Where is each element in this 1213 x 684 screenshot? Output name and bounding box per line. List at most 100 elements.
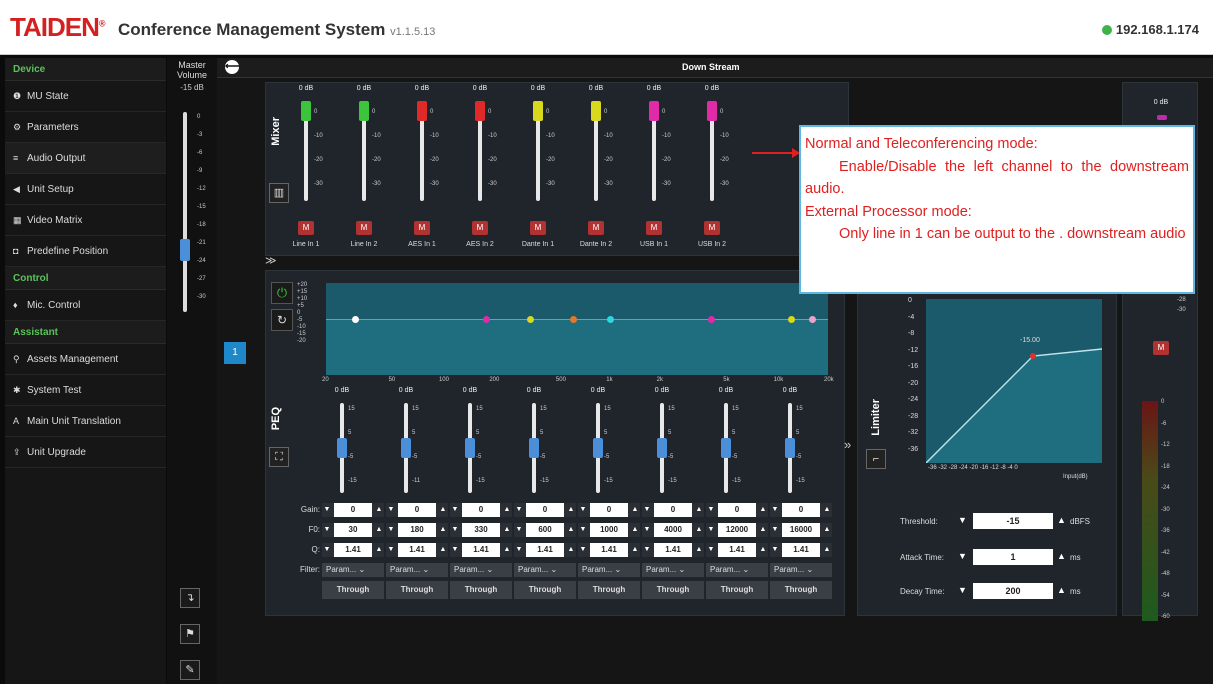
peq-f0-stepper[interactable]: ▼ 600 ▲: [514, 523, 576, 537]
eq-point[interactable]: [808, 316, 816, 323]
peq-through-button[interactable]: Through: [706, 581, 768, 599]
mixer-mute-button[interactable]: M: [530, 221, 546, 235]
increase-button[interactable]: ▲: [630, 503, 640, 517]
mixer-mute-button[interactable]: M: [646, 221, 662, 235]
peq-through-button[interactable]: Through: [642, 581, 704, 599]
peq-fader-handle[interactable]: [337, 438, 347, 458]
back-icon[interactable]: ⟵: [225, 60, 239, 74]
limiter-curve-icon[interactable]: ⌐: [866, 449, 886, 469]
decrease-button[interactable]: ▼: [770, 523, 780, 537]
threshold-decrease[interactable]: ▼: [958, 515, 967, 525]
peq-through-button[interactable]: Through: [514, 581, 576, 599]
collapse-chevron-icon[interactable]: ≫: [265, 254, 277, 267]
peq-f0-stepper[interactable]: ▼ 330 ▲: [450, 523, 512, 537]
peq-q-stepper[interactable]: ▼ 1.41 ▲: [578, 543, 640, 557]
increase-button[interactable]: ▲: [374, 523, 384, 537]
peq-filter-select[interactable]: Param... ⌄: [450, 563, 512, 577]
increase-button[interactable]: ▲: [822, 523, 832, 537]
mixer-mute-button[interactable]: M: [588, 221, 604, 235]
peq-f0-value[interactable]: 16000: [782, 523, 820, 537]
eq-point[interactable]: [526, 316, 534, 323]
increase-button[interactable]: ▲: [694, 503, 704, 517]
decrease-button[interactable]: ▼: [450, 543, 460, 557]
peq-gain-value[interactable]: 0: [334, 503, 372, 517]
decrease-button[interactable]: ▼: [642, 503, 652, 517]
mixer-fader-handle[interactable]: [707, 101, 717, 121]
peq-fader-handle[interactable]: [657, 438, 667, 458]
decay-decrease[interactable]: ▼: [958, 585, 967, 595]
master-volume-slider[interactable]: [180, 239, 190, 261]
sidebar-item-unit-setup[interactable]: ◀ Unit Setup: [5, 174, 166, 205]
decrease-button[interactable]: ▼: [450, 523, 460, 537]
flag-button[interactable]: ⚑: [180, 624, 200, 644]
decrease-button[interactable]: ▼: [770, 543, 780, 557]
peq-f0-value[interactable]: 330: [462, 523, 500, 537]
peq-gain-stepper[interactable]: ▼ 0 ▲: [450, 503, 512, 517]
import-button[interactable]: ↴: [180, 588, 200, 608]
decrease-button[interactable]: ▼: [322, 503, 332, 517]
peq-q-value[interactable]: 1.41: [398, 543, 436, 557]
peq-f0-value[interactable]: 180: [398, 523, 436, 537]
peq-fader-handle[interactable]: [465, 438, 475, 458]
increase-button[interactable]: ▲: [822, 543, 832, 557]
peq-gain-stepper[interactable]: ▼ 0 ▲: [386, 503, 448, 517]
peq-through-button[interactable]: Through: [386, 581, 448, 599]
peq-fader-handle[interactable]: [721, 438, 731, 458]
master-volume-track[interactable]: [183, 112, 187, 312]
decay-increase[interactable]: ▲: [1057, 585, 1066, 595]
increase-button[interactable]: ▲: [566, 523, 576, 537]
decrease-button[interactable]: ▼: [642, 543, 652, 557]
increase-button[interactable]: ▲: [758, 543, 768, 557]
mixer-mute-button[interactable]: M: [472, 221, 488, 235]
peq-f0-stepper[interactable]: ▼ 30 ▲: [322, 523, 384, 537]
peq-filter-select[interactable]: Param... ⌄: [706, 563, 768, 577]
peq-q-stepper[interactable]: ▼ 1.41 ▲: [642, 543, 704, 557]
sidebar-item-assets-management[interactable]: ⚲ Assets Management: [5, 344, 166, 375]
mixer-fader-handle[interactable]: [649, 101, 659, 121]
settings-button[interactable]: ✎: [180, 660, 200, 680]
peq-gain-value[interactable]: 0: [526, 503, 564, 517]
peq-gain-value[interactable]: 0: [782, 503, 820, 517]
channel-1-button[interactable]: 1: [224, 342, 246, 364]
decrease-button[interactable]: ▼: [322, 523, 332, 537]
eq-point[interactable]: [708, 316, 716, 323]
decrease-button[interactable]: ▼: [514, 523, 524, 537]
mixer-bars-icon[interactable]: ▥: [269, 183, 289, 203]
peq-q-stepper[interactable]: ▼ 1.41 ▲: [706, 543, 768, 557]
eq-point[interactable]: [482, 316, 490, 323]
output-mute-button[interactable]: M: [1153, 341, 1169, 355]
peq-q-value[interactable]: 1.41: [718, 543, 756, 557]
peq-f0-value[interactable]: 12000: [718, 523, 756, 537]
decrease-button[interactable]: ▼: [706, 523, 716, 537]
peq-f0-stepper[interactable]: ▼ 1000 ▲: [578, 523, 640, 537]
decrease-button[interactable]: ▼: [514, 543, 524, 557]
sidebar-item-audio-output[interactable]: ≡ Audio Output: [5, 143, 166, 174]
sidebar-item-main-unit-translation[interactable]: A Main Unit Translation: [5, 406, 166, 437]
peq-filter-select[interactable]: Param... ⌄: [642, 563, 704, 577]
sidebar-item-parameters[interactable]: ⚙ Parameters: [5, 112, 166, 143]
decrease-button[interactable]: ▼: [322, 543, 332, 557]
decrease-button[interactable]: ▼: [642, 523, 652, 537]
peq-fader-handle[interactable]: [529, 438, 539, 458]
peq-q-value[interactable]: 1.41: [334, 543, 372, 557]
peq-q-stepper[interactable]: ▼ 1.41 ▲: [770, 543, 832, 557]
increase-button[interactable]: ▲: [374, 503, 384, 517]
mixer-fader-handle[interactable]: [475, 101, 485, 121]
peq-gain-stepper[interactable]: ▼ 0 ▲: [514, 503, 576, 517]
increase-button[interactable]: ▲: [566, 543, 576, 557]
power-icon[interactable]: ⏻: [271, 282, 293, 304]
peq-through-button[interactable]: Through: [450, 581, 512, 599]
output-fader[interactable]: [1157, 115, 1167, 120]
attack-decrease[interactable]: ▼: [958, 551, 967, 561]
mixer-mute-button[interactable]: M: [414, 221, 430, 235]
decrease-button[interactable]: ▼: [578, 523, 588, 537]
peq-filter-select[interactable]: Param... ⌄: [514, 563, 576, 577]
increase-button[interactable]: ▲: [502, 523, 512, 537]
sidebar-item-mu-state[interactable]: ❶ MU State: [5, 81, 166, 112]
peq-q-value[interactable]: 1.41: [590, 543, 628, 557]
peq-gain-stepper[interactable]: ▼ 0 ▲: [578, 503, 640, 517]
peq-filter-select[interactable]: Param... ⌄: [770, 563, 832, 577]
decrease-button[interactable]: ▼: [578, 503, 588, 517]
mixer-fader-handle[interactable]: [301, 101, 311, 121]
peq-f0-value[interactable]: 1000: [590, 523, 628, 537]
